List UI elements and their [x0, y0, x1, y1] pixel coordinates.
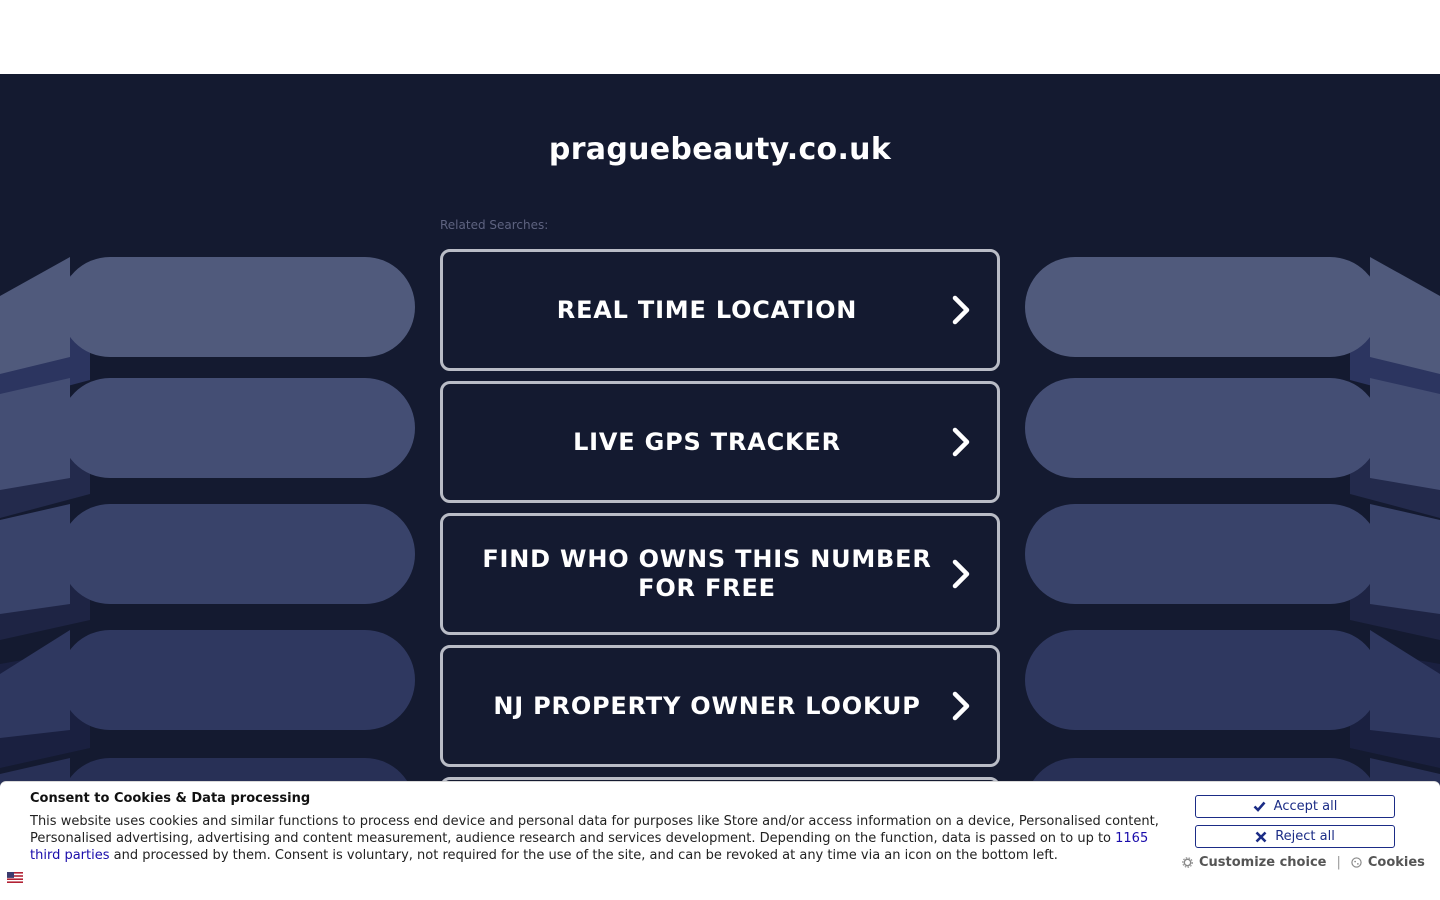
decorative-left-pattern: [0, 257, 415, 874]
cookie-text-after: and processed by them. Consent is volunt…: [109, 848, 1058, 863]
reject-all-label: Reject all: [1275, 829, 1335, 844]
decorative-right-pattern: [1025, 257, 1440, 874]
close-icon: [1255, 831, 1267, 842]
accept-all-label: Accept all: [1273, 799, 1338, 814]
links-separator: |: [1336, 855, 1341, 870]
language-flag-icon[interactable]: [7, 872, 23, 883]
parking-page: praguebeauty.co.uk Related Searches: REA…: [0, 74, 1440, 900]
top-bar: [0, 0, 1440, 74]
related-link-nj-property-owner-lookup[interactable]: NJ PROPERTY OWNER LOOKUP: [440, 645, 1000, 767]
cookie-secondary-links: Customize choice | Cookies: [1182, 855, 1425, 870]
related-link-label: NJ PROPERTY OWNER LOOKUP: [493, 691, 921, 720]
left-band-2: [0, 378, 415, 518]
related-link-live-gps-tracker[interactable]: LIVE GPS TRACKER: [440, 381, 1000, 503]
chevron-right-icon: [952, 559, 970, 589]
cookie-description: This website uses cookies and similar fu…: [30, 813, 1170, 864]
cookie-consent-banner: Consent to Cookies & Data processing Thi…: [0, 781, 1440, 900]
cookie-icon: [1351, 857, 1362, 868]
right-band-2: [1025, 378, 1440, 518]
cookie-title: Consent to Cookies & Data processing: [30, 791, 311, 806]
customize-choice-link[interactable]: Customize choice: [1199, 855, 1326, 870]
gear-icon: [1182, 857, 1193, 868]
chevron-right-icon: [952, 427, 970, 457]
related-link-find-who-owns-number[interactable]: FIND WHO OWNS THIS NUMBER FOR FREE: [440, 513, 1000, 635]
left-band-4: [0, 630, 415, 768]
checkmark-icon: [1253, 801, 1266, 812]
cookies-link[interactable]: Cookies: [1368, 855, 1425, 870]
chevron-right-icon: [952, 691, 970, 721]
accept-all-button[interactable]: Accept all: [1195, 795, 1395, 818]
domain-title: praguebeauty.co.uk: [548, 132, 892, 167]
cookie-text-before: This website uses cookies and similar fu…: [30, 814, 1159, 846]
related-link-real-time-location[interactable]: REAL TIME LOCATION: [440, 249, 1000, 371]
right-band-3: [1025, 504, 1440, 640]
left-band-3: [0, 504, 415, 640]
related-link-label: REAL TIME LOCATION: [556, 295, 858, 324]
related-link-label: LIVE GPS TRACKER: [573, 427, 841, 456]
reject-all-button[interactable]: Reject all: [1195, 825, 1395, 848]
chevron-right-icon: [952, 295, 970, 325]
related-searches-label: Related Searches:: [440, 218, 549, 232]
related-link-label: FIND WHO OWNS THIS NUMBER FOR FREE: [482, 545, 932, 602]
right-band-4: [1025, 630, 1440, 768]
